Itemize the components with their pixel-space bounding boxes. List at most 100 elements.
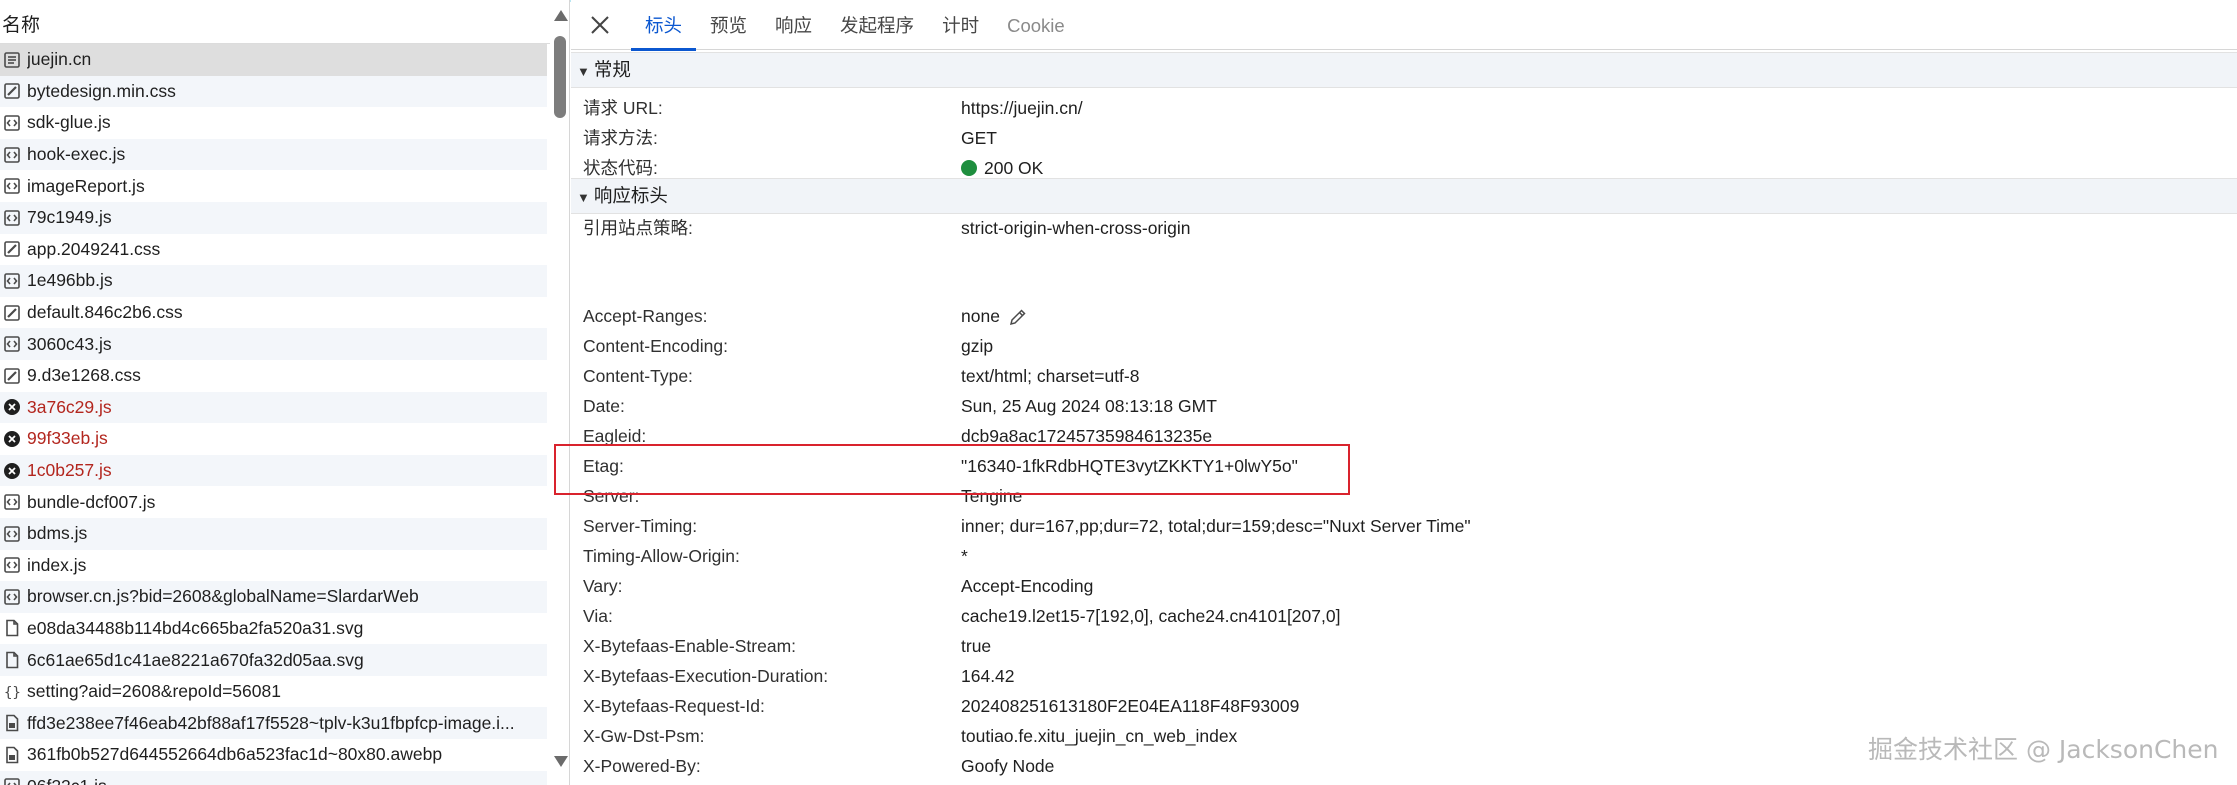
watermark-text: 掘金技术社区 @ JacksonChen <box>1868 735 2219 764</box>
request-row[interactable]: 99f33eb.js <box>0 423 547 455</box>
header-key: Via: <box>583 606 613 626</box>
header-key: Content-Encoding: <box>583 336 728 356</box>
request-name: 1c0b257.js <box>27 460 112 481</box>
header-value[interactable]: cache19.l2et15-7[192,0], cache24.cn4101[… <box>961 601 1340 631</box>
request-name: imageReport.js <box>27 175 145 196</box>
header-value-wrap: cache19.l2et15-7[192,0], cache24.cn4101[… <box>961 601 1340 631</box>
image-icon <box>3 714 21 732</box>
tab-2[interactable]: 响应 <box>761 0 826 50</box>
scroll-up-arrow-icon[interactable] <box>554 10 568 21</box>
header-value[interactable]: GET <box>961 123 997 153</box>
request-name: 3a76c29.js <box>27 396 112 417</box>
tab-3[interactable]: 发起程序 <box>826 0 928 50</box>
request-row[interactable]: 361fb0b527d644552664db6a523fac1d~80x80.a… <box>0 739 547 771</box>
header-row: X-Bytefaas-Request-Id: 202408251613180F2E… <box>571 691 2237 721</box>
header-key: Accept-Ranges: <box>583 306 708 326</box>
error-icon <box>3 398 21 416</box>
tab-4[interactable]: 计时 <box>928 0 993 50</box>
request-row[interactable]: hook-exec.js <box>0 138 547 171</box>
script-icon <box>3 556 21 574</box>
request-row[interactable]: {} setting?aid=2608&repoId=56081 <box>0 676 547 708</box>
details-tabs: 标头 预览 响应 发起程序 计时 Cookie <box>631 0 1079 51</box>
image-icon <box>3 746 21 764</box>
request-row[interactable]: 1c0b257.js <box>0 454 547 487</box>
script-icon <box>3 209 21 227</box>
header-value[interactable]: gzip <box>961 331 993 361</box>
header-value[interactable]: 202408251613180F2E04EA118F48F93009 <box>961 691 1299 721</box>
header-value[interactable]: strict-origin-when-cross-origin <box>961 213 1191 243</box>
scroll-down-arrow-icon[interactable] <box>554 756 568 767</box>
script-icon <box>3 493 21 511</box>
request-row[interactable]: 9.d3e1268.css <box>0 360 547 392</box>
tab-1[interactable]: 预览 <box>696 0 761 50</box>
header-value[interactable]: true <box>961 631 991 661</box>
request-row[interactable]: bytedesign.min.css <box>0 75 547 108</box>
header-value[interactable]: * <box>961 541 968 571</box>
header-value[interactable]: none <box>961 301 1000 331</box>
document-icon <box>3 51 21 69</box>
header-key: X-Bytefaas-Execution-Duration: <box>583 666 829 686</box>
request-name: 361fb0b527d644552664db6a523fac1d~80x80.a… <box>27 744 443 765</box>
request-row[interactable]: index.js <box>0 550 547 582</box>
header-value[interactable]: Accept-Encoding <box>961 571 1093 601</box>
request-name: setting?aid=2608&repoId=56081 <box>27 681 281 702</box>
header-value[interactable]: text/html; charset=utf-8 <box>961 361 1139 391</box>
request-row[interactable]: 3a76c29.js <box>0 391 547 424</box>
header-value-wrap: Accept-Encoding <box>961 571 1093 601</box>
header-row: Server-Timing: inner; dur=167,pp;dur=72, … <box>571 511 2237 541</box>
header-value-wrap: https://juejin.cn/ <box>961 93 1083 123</box>
file-icon <box>3 619 21 637</box>
request-row[interactable]: default.846c2b6.css <box>0 297 547 329</box>
general-section-header[interactable]: ▼ 常规 <box>571 52 2237 88</box>
header-key: X-Bytefaas-Enable-Stream: <box>583 636 797 656</box>
header-key: Vary: <box>583 576 623 596</box>
tab-0[interactable]: 标头 <box>631 0 697 51</box>
header-value[interactable]: toutiao.fe.xitu_juejin_cn_web_index <box>961 721 1237 751</box>
response-headers-section-title: 响应标头 <box>593 185 668 206</box>
request-row[interactable]: ffd3e238ee7f46eab42bf88af17f5528~tplv-k3… <box>0 707 547 740</box>
edit-pencil-icon[interactable] <box>1008 306 1028 326</box>
request-name: default.846c2b6.css <box>27 302 183 323</box>
header-value-wrap: gzip <box>961 331 993 361</box>
request-row[interactable]: bdms.js <box>0 517 547 550</box>
request-row[interactable]: 06f22c1.js <box>0 770 547 785</box>
request-name: juejin.cn <box>27 49 92 70</box>
name-column-header: 名称 <box>2 15 41 36</box>
tab-5[interactable]: Cookie <box>993 0 1079 50</box>
scroll-thumb[interactable] <box>554 36 566 118</box>
header-value[interactable]: https://juejin.cn/ <box>961 93 1083 123</box>
request-list: juejin.cn bytedesign.min.css sdk-glue.js ho… <box>0 44 547 785</box>
header-value-wrap: inner; dur=167,pp;dur=72, total;dur=159;… <box>961 511 1471 541</box>
header-key: X-Gw-Dst-Psm: <box>583 726 705 746</box>
request-row[interactable]: juejin.cn <box>0 44 547 76</box>
request-row[interactable]: browser.cn.js?bid=2608&globalName=Slarda… <box>0 581 547 613</box>
request-row[interactable]: sdk-glue.js <box>0 107 547 139</box>
request-row[interactable]: bundle-dcf007.js <box>0 486 547 518</box>
header-row: Content-Encoding: gzip <box>571 331 2237 361</box>
header-value-wrap: true <box>961 631 991 661</box>
request-row[interactable]: e08da34488b114bd4c665ba2fa520a31.svg <box>0 613 547 645</box>
stylesheet-icon <box>3 240 21 258</box>
request-row[interactable]: 1e496bb.js <box>0 265 547 297</box>
header-value[interactable]: Sun, 25 Aug 2024 08:13:18 GMT <box>961 391 1217 421</box>
request-name: 06f22c1.js <box>27 776 107 785</box>
request-row[interactable]: 79c1949.js <box>0 201 547 234</box>
header-value[interactable]: Goofy Node <box>961 751 1054 781</box>
script-icon <box>3 146 21 164</box>
stylesheet-icon <box>3 304 21 322</box>
close-icon[interactable] <box>587 12 613 38</box>
script-icon <box>3 177 21 195</box>
header-value[interactable]: 164.42 <box>961 661 1015 691</box>
request-details-panel: 标头 预览 响应 发起程序 计时 Cookie ▼ 常规 请求 URL: https://ju… <box>571 0 2237 785</box>
etag-highlight-box <box>554 444 1350 495</box>
header-value[interactable]: inner; dur=167,pp;dur=72, total;dur=159;… <box>961 511 1471 541</box>
list-scrollbar[interactable] <box>551 0 569 785</box>
request-name: bdms.js <box>27 523 88 544</box>
list-header[interactable]: 名称 <box>0 0 550 44</box>
request-row[interactable]: 3060c43.js <box>0 328 547 360</box>
request-name: index.js <box>27 554 87 575</box>
response-headers-section-header[interactable]: ▼ 响应标头 <box>571 178 2237 214</box>
request-row[interactable]: app.2049241.css <box>0 234 547 266</box>
request-row[interactable]: imageReport.js <box>0 170 547 202</box>
request-row[interactable]: 6c61ae65d1c41ae8221a670fa32d05aa.svg <box>0 644 547 676</box>
